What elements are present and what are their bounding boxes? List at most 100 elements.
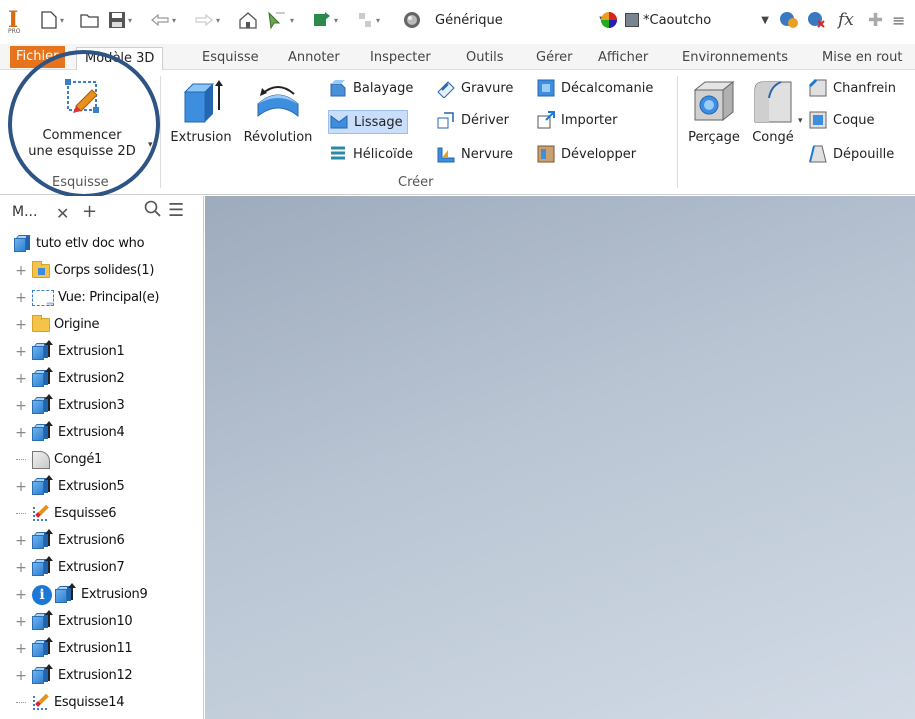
percage-button[interactable]: Perçage <box>682 78 746 145</box>
importer-button[interactable]: Importer <box>536 110 618 130</box>
expand-icon[interactable]: + <box>14 317 28 333</box>
start-sketch-label-line1: Commencer <box>42 128 122 143</box>
color-override-button[interactable] <box>600 8 618 32</box>
chevron-down-icon[interactable]: ▾ <box>148 140 153 150</box>
clear-appearance-button[interactable] <box>806 8 828 32</box>
tab-mise-en-route[interactable]: Mise en rout <box>820 47 904 69</box>
start-2d-sketch-button[interactable]: Commencer une esquisse 2D <box>16 76 148 160</box>
expand-icon[interactable]: + <box>14 641 28 657</box>
tab-annoter[interactable]: Annoter <box>286 47 342 69</box>
tree-row[interactable]: Esquisse14 <box>0 689 124 716</box>
gravure-button[interactable]: Gravure <box>436 78 513 98</box>
coil-icon <box>331 146 345 160</box>
home-button[interactable] <box>238 8 258 32</box>
extrusion-icon <box>32 636 54 658</box>
tree-row[interactable]: + Origine <box>0 311 100 338</box>
tree-row[interactable]: + Vue: Principal(e) <box>0 284 160 311</box>
tree-item-label: Vue: Principal(e) <box>58 290 160 305</box>
deriver-button[interactable]: Dériver <box>436 110 509 130</box>
material-combo[interactable]: Générique ▼ <box>430 8 618 32</box>
tab-afficher[interactable]: Afficher <box>596 47 650 69</box>
tree-row[interactable]: + Extrusion12 <box>0 662 133 689</box>
info-icon[interactable]: i <box>32 584 52 605</box>
tree-row[interactable]: Esquisse6 <box>0 500 117 527</box>
tree-root-label: tuto etlv doc who <box>36 236 145 251</box>
coque-button[interactable]: Coque <box>808 110 875 130</box>
app-logo[interactable]: I PRO <box>8 8 28 35</box>
expand-icon[interactable]: + <box>14 533 28 549</box>
tree-row[interactable]: + Extrusion3 <box>0 392 125 419</box>
lissage-button[interactable]: Lissage <box>328 110 408 134</box>
extrusion-button[interactable]: Extrusion <box>166 78 236 145</box>
start-sketch-icon <box>60 76 104 118</box>
tree-row[interactable]: + Extrusion2 <box>0 365 125 392</box>
fx-parameters-button[interactable]: fx <box>838 8 854 32</box>
expand-icon[interactable]: + <box>14 371 28 387</box>
appearance-combo[interactable]: *Caoutcho ▼ <box>624 8 776 32</box>
expand-icon[interactable]: + <box>14 398 28 414</box>
tab-esquisse[interactable]: Esquisse <box>200 47 261 69</box>
expand-icon[interactable]: + <box>14 425 28 441</box>
tree-row[interactable]: + Extrusion4 <box>0 419 125 446</box>
model-browser: M... ✕ + ☰ tuto etlv doc who + Corps solid… <box>0 196 204 719</box>
tree-row[interactable]: + Extrusion6 <box>0 527 125 554</box>
tab-fichier[interactable]: Fichier <box>10 46 65 68</box>
home-icon <box>239 12 257 29</box>
conge-button[interactable]: Congé <box>748 78 798 145</box>
add-tab-icon[interactable]: + <box>82 201 97 222</box>
tree-row[interactable]: + i Extrusion9 <box>0 581 148 608</box>
expand-icon[interactable]: + <box>14 344 28 360</box>
select-button[interactable]: ▾ <box>266 8 294 32</box>
expand-icon[interactable]: + <box>14 479 28 495</box>
tab-gerer[interactable]: Gérer <box>534 47 574 69</box>
tree-row[interactable]: + Extrusion1 <box>0 338 125 365</box>
chevron-down-icon[interactable]: ▾ <box>798 116 803 126</box>
tab-outils[interactable]: Outils <box>464 47 506 69</box>
tree-row[interactable]: + Extrusion10 <box>0 608 133 635</box>
browser-tab-label[interactable]: M... <box>12 204 37 220</box>
graphics-window[interactable] <box>205 196 915 719</box>
add-button[interactable]: ✚ <box>868 8 883 32</box>
developper-button[interactable]: Développer <box>536 144 636 164</box>
close-icon[interactable]: ✕ <box>56 204 69 223</box>
nervure-button[interactable]: Nervure <box>436 144 513 164</box>
tab-modele-3d[interactable]: Modèle 3D <box>76 47 164 71</box>
update-button[interactable]: ▾ <box>312 8 338 32</box>
folder-icon <box>32 314 50 332</box>
redo-button[interactable]: ▾ <box>194 8 220 32</box>
balayage-button[interactable]: Balayage <box>328 78 413 98</box>
expand-icon[interactable]: + <box>14 263 28 279</box>
menu-icon[interactable]: ☰ <box>168 200 184 221</box>
helicoide-button[interactable]: Hélicoïde <box>328 144 413 164</box>
save-button[interactable]: ▾ <box>108 8 132 32</box>
tree-row[interactable]: + Extrusion5 <box>0 473 125 500</box>
adjust-appearance-button[interactable] <box>778 8 800 32</box>
measure-button[interactable]: ▾ <box>356 8 380 32</box>
customize-toolbar-button[interactable]: ≡ <box>892 8 905 32</box>
chanfrein-button[interactable]: Chanfrein <box>808 78 896 98</box>
tree-row[interactable]: + Extrusion11 <box>0 635 133 662</box>
tree-row[interactable]: Congé1 <box>0 446 102 473</box>
helicoide-label: Hélicoïde <box>353 146 413 162</box>
appearance-button[interactable] <box>402 8 422 32</box>
extrusion-icon <box>32 555 54 577</box>
tree-root-part[interactable]: tuto etlv doc who <box>0 230 145 257</box>
new-file-button[interactable]: ▾ <box>40 8 64 32</box>
expand-icon[interactable]: + <box>14 614 28 630</box>
search-icon[interactable] <box>144 200 162 222</box>
expand-icon[interactable]: + <box>14 560 28 576</box>
tab-inspecter[interactable]: Inspecter <box>368 47 433 69</box>
open-folder-icon <box>80 14 99 28</box>
expand-icon[interactable]: + <box>14 290 28 306</box>
decalcomanie-button[interactable]: Décalcomanie <box>536 78 653 98</box>
tree-row[interactable]: + Corps solides(1) <box>0 257 154 284</box>
tab-environnements[interactable]: Environnements <box>680 47 790 69</box>
expand-icon[interactable]: + <box>14 668 28 684</box>
tree-row[interactable]: + Extrusion7 <box>0 554 125 581</box>
expand-icon[interactable]: + <box>14 587 28 603</box>
open-file-button[interactable] <box>80 8 100 32</box>
tree-item-label: Extrusion11 <box>58 641 133 656</box>
revolution-button[interactable]: Révolution <box>236 78 320 145</box>
depouille-button[interactable]: Dépouille <box>808 144 894 164</box>
undo-button[interactable]: ▾ <box>150 8 176 32</box>
